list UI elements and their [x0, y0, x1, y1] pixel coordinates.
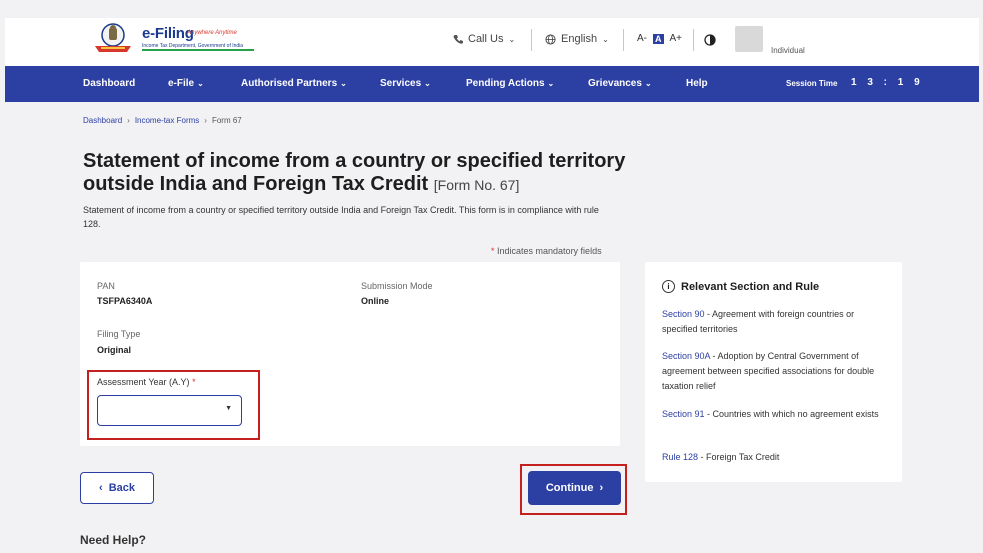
logo-underline: [142, 49, 254, 51]
nav-item-dashboard[interactable]: Dashboard: [83, 78, 135, 89]
section-91-link[interactable]: Section 91: [662, 409, 705, 419]
nav-item-efile[interactable]: e-File ⌄: [168, 78, 204, 89]
chevron-down-icon: ⌄: [197, 79, 204, 88]
call-us-dropdown[interactable]: Call Us ⌄: [453, 33, 515, 45]
need-help-heading: Need Help?: [80, 533, 147, 547]
breadcrumb-link-dashboard[interactable]: Dashboard: [83, 116, 122, 125]
nav-item-services[interactable]: Services ⌄: [380, 78, 431, 89]
emblem-logo-icon: [95, 23, 131, 52]
page-title: Statement of income from a country or sp…: [83, 150, 643, 197]
font-default-button[interactable]: A: [653, 33, 664, 44]
font-decrease-button[interactable]: A-: [637, 33, 647, 44]
chevron-down-icon: ⌄: [508, 34, 516, 44]
page-title-text: Statement of income from a country or sp…: [83, 150, 626, 195]
filing-type-value: Original: [97, 345, 132, 355]
chevron-down-icon: ⌄: [547, 79, 555, 88]
filing-type-label: Filing Type: [97, 329, 141, 339]
assessment-year-select[interactable]: ▼: [97, 395, 242, 426]
rule-item: Section 91 - Countries with which no agr…: [662, 409, 879, 419]
rule-128-link[interactable]: Rule 128: [662, 452, 698, 462]
assessment-year-label: Assessment Year (A.Y) *: [97, 377, 196, 387]
page-description: Statement of income from a country or sp…: [83, 205, 599, 229]
nav-item-authorised-partners[interactable]: Authorised Partners ⌄: [241, 78, 347, 89]
avatar[interactable]: [735, 26, 763, 52]
back-button[interactable]: ‹ Back: [80, 472, 154, 504]
mandatory-note: * Indicates mandatory fields: [491, 246, 602, 256]
nav-item-grievances[interactable]: Grievances ⌄: [588, 78, 652, 89]
form-number: [Form No. 67]: [433, 177, 520, 193]
session-time-label: Session Time: [786, 79, 838, 88]
logo-title: e-Filing: [142, 25, 194, 42]
submission-mode-label: Submission Mode: [361, 281, 433, 291]
breadcrumb-current: Form 67: [211, 116, 242, 125]
pan-value: TSFPA6340A: [97, 296, 153, 306]
rule-item: Section 90A - Adoption by Central Govern…: [662, 351, 875, 391]
chevron-right-icon: ›: [127, 116, 130, 125]
pan-label: PAN: [97, 281, 115, 291]
chevron-down-icon: ⌄: [424, 79, 431, 88]
font-size-controls: A- A A+: [637, 33, 682, 44]
continue-button[interactable]: Continue ›: [528, 471, 621, 505]
user-role-label: Individual: [771, 46, 805, 55]
header-divider: [693, 29, 694, 51]
call-us-label: Call Us: [468, 33, 504, 45]
header-divider: [623, 29, 624, 51]
submission-mode-value: Online: [361, 296, 390, 306]
chevron-down-icon: ⌄: [644, 79, 652, 88]
breadcrumb-link-income-tax-forms[interactable]: Income-tax Forms: [135, 116, 199, 125]
breadcrumb: Dashboard › Income-tax Forms › Form 67: [83, 116, 242, 125]
phone-icon: [453, 35, 463, 44]
logo-tagline: Anywhere Anytime: [187, 30, 237, 36]
language-label: English: [561, 33, 598, 45]
rule-item: Section 90 - Agreement with foreign coun…: [662, 309, 855, 334]
dropdown-arrow-icon: ▼: [225, 405, 232, 412]
globe-icon: [545, 33, 556, 45]
nav-item-help[interactable]: Help: [686, 78, 708, 89]
top-header: e-Filing Anywhere Anytime Income Tax Dep…: [5, 18, 979, 66]
section-90-link[interactable]: Section 90: [662, 309, 705, 319]
rule-item: Rule 128 - Foreign Tax Credit: [662, 452, 780, 462]
chevron-down-icon: ⌄: [602, 34, 609, 44]
section-90a-link[interactable]: Section 90A: [662, 351, 710, 361]
chevron-down-icon: ⌄: [340, 79, 347, 88]
header-divider: [531, 29, 532, 51]
chevron-right-icon: ›: [204, 116, 207, 125]
nav-item-pending-actions[interactable]: Pending Actions ⌄: [466, 78, 554, 89]
language-dropdown[interactable]: English ⌄: [545, 33, 609, 45]
main-navbar: Dashboard e-File ⌄ Authorised Partners ⌄ S…: [5, 66, 979, 102]
chevron-left-icon: ‹: [99, 482, 103, 494]
font-increase-button[interactable]: A+: [670, 33, 683, 44]
info-icon: i: [662, 280, 675, 293]
chevron-right-icon: ›: [599, 482, 604, 494]
contrast-icon[interactable]: [704, 34, 716, 46]
back-button-label: Back: [108, 482, 135, 494]
session-time-value: 1 3 : 1 9: [851, 77, 924, 88]
continue-button-label: Continue: [545, 482, 594, 494]
relevant-rules-title: i Relevant Section and Rule: [662, 280, 819, 293]
